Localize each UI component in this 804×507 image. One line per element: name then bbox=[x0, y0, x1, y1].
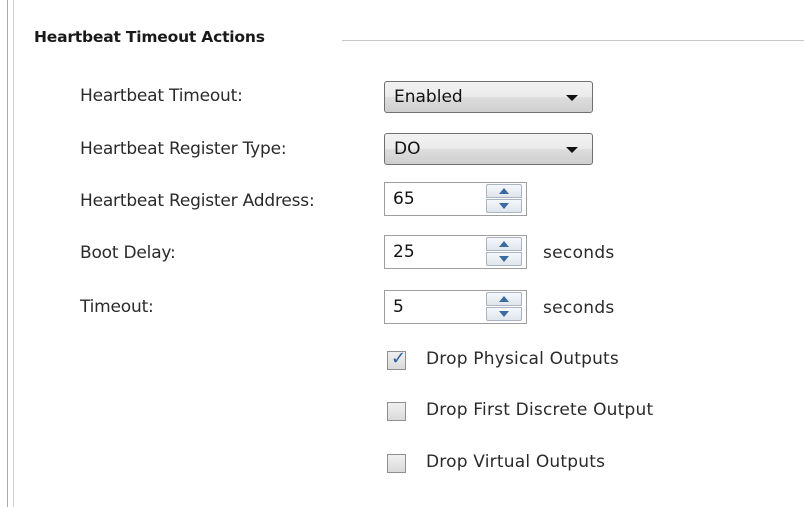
arrow-down-icon bbox=[499, 256, 509, 262]
arrow-up-icon bbox=[499, 296, 509, 302]
arrow-down-icon bbox=[499, 203, 509, 209]
drop-first-discrete-output-label: Drop First Discrete Output bbox=[426, 400, 654, 420]
timeout-unit: seconds bbox=[543, 298, 615, 318]
drop-first-discrete-output-checkbox[interactable]: ✓ bbox=[387, 402, 406, 421]
spin-down-button[interactable] bbox=[486, 252, 522, 266]
heartbeat-timeout-label: Heartbeat Timeout: bbox=[80, 86, 243, 106]
arrow-up-icon bbox=[499, 241, 509, 247]
left-border-line bbox=[7, 0, 8, 507]
boot-delay-input[interactable] bbox=[385, 236, 481, 268]
boot-delay-spin-buttons bbox=[486, 237, 524, 267]
group-title: Heartbeat Timeout Actions bbox=[34, 28, 265, 46]
timeout-label: Timeout: bbox=[80, 297, 154, 317]
group-header: Heartbeat Timeout Actions bbox=[34, 28, 804, 52]
spin-up-button[interactable] bbox=[486, 237, 522, 251]
register-address-stepper bbox=[384, 182, 527, 216]
arrow-up-icon bbox=[499, 188, 509, 194]
chevron-down-icon bbox=[566, 95, 578, 101]
register-address-spin-buttons bbox=[486, 184, 524, 214]
group-divider bbox=[342, 40, 804, 41]
boot-delay-label: Boot Delay: bbox=[80, 243, 176, 263]
timeout-spin-buttons bbox=[486, 292, 524, 322]
drop-virtual-outputs-checkbox[interactable]: ✓ bbox=[387, 454, 406, 473]
timeout-stepper bbox=[384, 290, 527, 324]
boot-delay-stepper bbox=[384, 235, 527, 269]
arrow-down-icon bbox=[499, 311, 509, 317]
drop-physical-outputs-checkbox[interactable]: ✓ bbox=[387, 348, 407, 370]
boot-delay-unit: seconds bbox=[543, 243, 615, 263]
spin-up-button[interactable] bbox=[486, 292, 522, 306]
spin-up-button[interactable] bbox=[486, 184, 522, 198]
register-address-input[interactable] bbox=[385, 183, 481, 215]
spin-down-button[interactable] bbox=[486, 307, 522, 321]
register-address-label: Heartbeat Register Address: bbox=[80, 191, 315, 211]
register-type-value: DO bbox=[394, 139, 421, 159]
drop-physical-outputs-label: Drop Physical Outputs bbox=[426, 349, 619, 369]
timeout-input[interactable] bbox=[385, 291, 481, 323]
chevron-down-icon bbox=[566, 147, 578, 153]
heartbeat-timeout-value: Enabled bbox=[394, 87, 463, 107]
register-type-label: Heartbeat Register Type: bbox=[80, 139, 287, 159]
heartbeat-timeout-select[interactable]: Enabled bbox=[384, 81, 593, 113]
spin-down-button[interactable] bbox=[486, 199, 522, 213]
register-type-select[interactable]: DO bbox=[384, 133, 593, 165]
left-border-line-inner bbox=[13, 0, 14, 507]
checkmark-icon: ✓ bbox=[391, 348, 407, 369]
drop-virtual-outputs-label: Drop Virtual Outputs bbox=[426, 452, 606, 472]
